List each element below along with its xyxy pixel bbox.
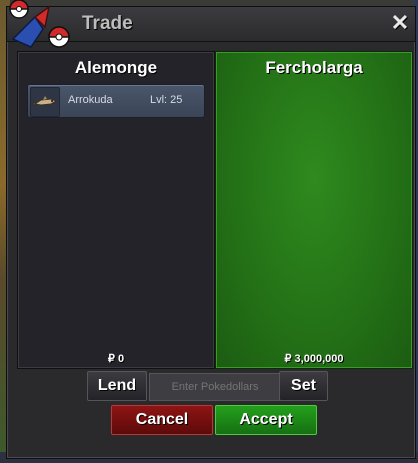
accept-button[interactable]: Accept bbox=[215, 405, 317, 435]
window-title: Trade bbox=[82, 13, 133, 34]
offer-item-row[interactable]: Arrokuda Lvl: 25 bbox=[27, 84, 205, 118]
partner-offer-panel: Fercholarga ₽ 3,000,000 bbox=[215, 51, 413, 369]
pokeball-logo-icon bbox=[9, 0, 70, 48]
item-level: Lvl: 25 bbox=[150, 94, 183, 106]
partner-offer-money: ₽ 3,000,000 bbox=[284, 353, 344, 365]
trade-window: Trade ✕ Alemonge Arrokuda Lvl: 25 ₽ 0 Fe… bbox=[6, 0, 416, 459]
pokedollars-input[interactable] bbox=[149, 373, 281, 401]
my-player-name: Alemonge bbox=[74, 58, 158, 77]
set-button[interactable]: Set bbox=[279, 371, 328, 401]
cancel-button[interactable]: Cancel bbox=[111, 405, 213, 435]
my-offer-panel: Alemonge Arrokuda Lvl: 25 ₽ 0 bbox=[17, 51, 215, 369]
arrokuda-icon bbox=[30, 87, 60, 117]
close-icon[interactable]: ✕ bbox=[389, 11, 411, 35]
my-offer-money: ₽ 0 bbox=[107, 353, 125, 365]
lend-button[interactable]: Lend bbox=[87, 371, 147, 401]
item-name: Arrokuda bbox=[68, 94, 113, 106]
partner-player-name: Fercholarga bbox=[265, 58, 363, 77]
